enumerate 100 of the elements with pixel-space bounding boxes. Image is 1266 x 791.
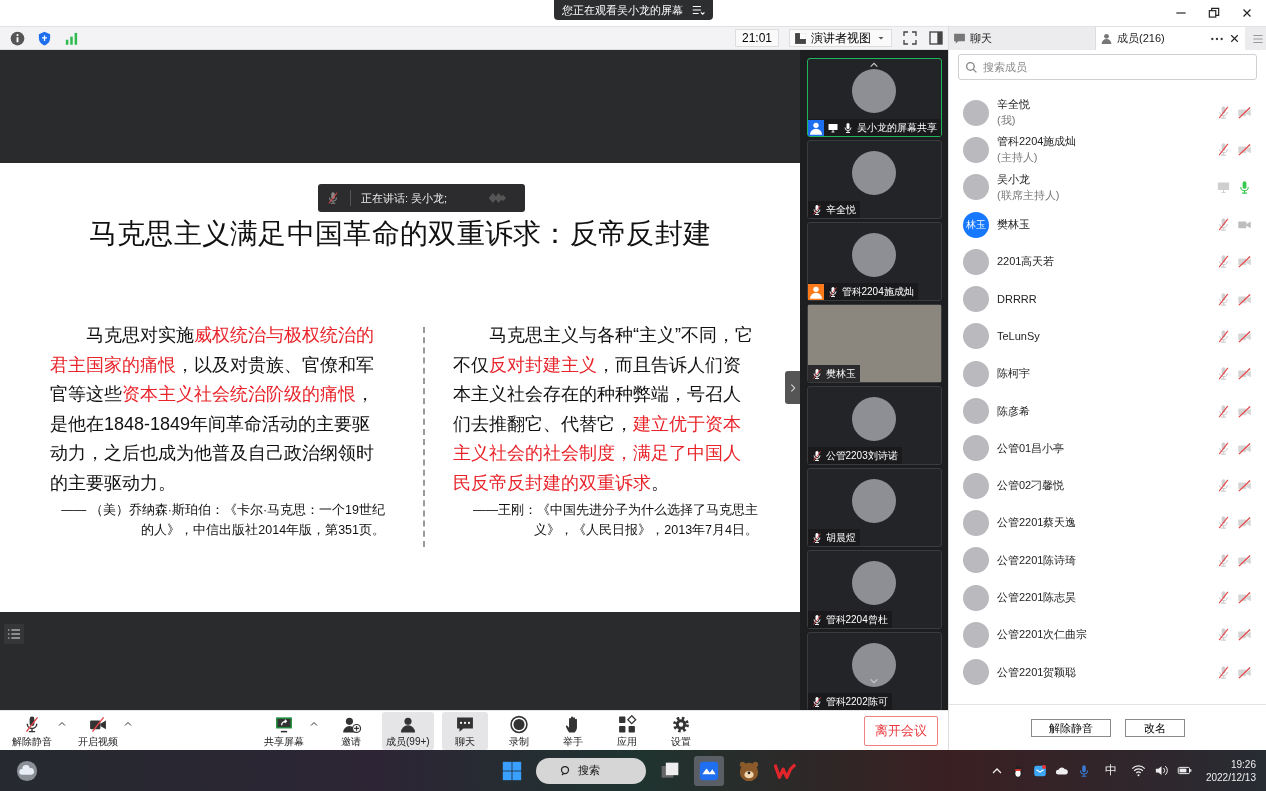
muted-mic-icon xyxy=(326,191,340,205)
member-name: 吴小龙 xyxy=(997,171,1031,187)
member-row[interactable]: 公管2201陈志昊 xyxy=(949,578,1266,617)
slide-paragraph: 马克思主义与各种“主义”不同，它不仅反对封建主义，而且告诉人们资本主义社会存在的种种弊端，号召人们去推翻它、代替它，建立优于资本主义社会的社会制度，满足了中国人民反帝反封建的双重诉求。 xyxy=(453,324,753,495)
side-panel-icon[interactable] xyxy=(928,30,944,46)
avatar xyxy=(963,621,989,648)
wifi-icon[interactable] xyxy=(1130,763,1146,778)
avatar xyxy=(963,136,989,163)
search-icon xyxy=(560,764,572,777)
video-tile[interactable]: 管科2202陈可 xyxy=(806,632,942,710)
avatar xyxy=(963,435,989,462)
member-row[interactable]: 公管02刁馨悦 xyxy=(949,466,1266,505)
panel-button[interactable]: 解除静音 xyxy=(1030,718,1111,737)
taskbar-search[interactable]: 搜索 xyxy=(536,757,646,784)
windows-logo-icon[interactable] xyxy=(502,760,522,781)
restore-icon[interactable] xyxy=(1207,6,1221,20)
toolbar-button[interactable]: 共享屏幕 xyxy=(260,711,308,750)
participant-name: 管科2204曾杜 xyxy=(825,612,888,627)
avatar xyxy=(963,323,989,350)
settings-icon xyxy=(670,714,691,734)
person-icon xyxy=(1100,32,1113,45)
toolbar-button[interactable]: 聊天 xyxy=(441,711,488,750)
mail-app-icon[interactable] xyxy=(1032,763,1047,778)
view-mode-dropdown[interactable]: 演讲者视图 xyxy=(789,29,892,47)
layout-icon xyxy=(794,31,807,45)
video-tile[interactable]: 辛全悦 xyxy=(806,140,942,219)
member-role: (主持人) xyxy=(997,150,1039,166)
apps-icon xyxy=(616,714,637,734)
task-view-icon[interactable] xyxy=(660,760,680,781)
panel-tab[interactable]: 成员(216) xyxy=(1095,27,1245,50)
member-name: 公管02刁馨悦 xyxy=(997,478,1066,494)
clock-time: 19:26 xyxy=(1230,757,1256,771)
speaker-label: 正在讲话: 吴小龙; xyxy=(361,190,449,206)
shield-icon[interactable] xyxy=(37,30,52,46)
member-row[interactable]: 陈彦希 xyxy=(949,392,1266,430)
chat-bubble-icon xyxy=(454,714,475,734)
citation-text: ——王刚：《中国先进分子为什么选择了马克思主义》，《人民日报》，2013年7月4日。 xyxy=(472,502,758,539)
member-row[interactable]: 2201高天若 xyxy=(949,243,1266,281)
participant-name: 管科2202陈可 xyxy=(825,694,888,709)
volume-icon[interactable] xyxy=(1153,763,1169,778)
video-tile[interactable]: 胡晨煜 xyxy=(806,468,942,547)
member-row[interactable]: 公管2201蔡天逸 xyxy=(949,504,1266,542)
info-icon[interactable] xyxy=(10,30,25,46)
close-icon[interactable] xyxy=(1228,32,1241,45)
toolbar-button[interactable]: 录制 xyxy=(495,711,542,750)
member-row[interactable]: 吴小龙 (联席主持人) xyxy=(949,168,1266,206)
fullscreen-icon[interactable] xyxy=(902,30,918,46)
avatar xyxy=(852,151,896,195)
avatar xyxy=(963,659,989,686)
avatar xyxy=(963,360,989,387)
member-row[interactable]: 陈柯宇 xyxy=(949,355,1266,393)
toolbar-button[interactable]: 解除静音 xyxy=(8,711,56,750)
toolbar-button[interactable]: 开启视频 xyxy=(74,711,122,750)
collapse-strip-button[interactable] xyxy=(785,371,800,404)
search-field[interactable]: 搜索成员 xyxy=(958,54,1257,80)
weather-cloud-icon[interactable] xyxy=(16,759,38,782)
meeting-timer: 21:01 xyxy=(734,29,779,47)
member-name: 公管2201贺颖聪 xyxy=(997,664,1078,680)
slide-paragraph: 马克思对实施威权统治与极权统治的君主国家的痛恨，以及对贵族、官僚和军官等这些资本主义社会统治阶级的痛恨，是他在1848-1849年间革命活动的主要驱动力，之后也成为他普及自己政治纲领时的主要驱动力。 xyxy=(50,324,375,495)
screen-share-notice[interactable]: 您正在观看吴小龙的屏幕 xyxy=(553,0,713,20)
avatar xyxy=(852,233,896,277)
camera-off-icon xyxy=(88,714,108,734)
citation-text: —— （美）乔纳森·斯珀伯：《卡尔·马克思：一个19世纪的人》，中信出版社2014年版，第351页。 xyxy=(60,502,385,539)
member-row[interactable]: 辛全悦 (我) xyxy=(949,94,1266,132)
video-tile[interactable]: 吴小龙的屏幕共享 xyxy=(806,58,942,137)
list-icon[interactable] xyxy=(4,624,24,644)
toolbar-button[interactable]: 应用 xyxy=(603,711,650,750)
notice-text: 您正在观看吴小龙的屏幕 xyxy=(561,2,683,18)
avatar xyxy=(963,547,989,574)
member-row[interactable]: 公管2201陈诗琦 xyxy=(949,541,1266,579)
avatar xyxy=(963,584,989,611)
app-icon[interactable] xyxy=(694,755,724,786)
member-name: 2201高天若 xyxy=(997,254,1056,270)
participant-name: 辛全悦 xyxy=(825,202,856,217)
avatar: 林玉 xyxy=(963,211,989,238)
toolbar-button[interactable]: 举手 xyxy=(549,711,596,750)
input-method-indicator[interactable]: 中 xyxy=(1104,762,1117,779)
bear-app-icon[interactable] xyxy=(738,759,760,782)
member-role: (联席主持人) xyxy=(997,187,1061,203)
panel-button[interactable]: 改名 xyxy=(1124,718,1185,737)
toolbar-button[interactable]: 设置 xyxy=(657,711,704,750)
member-row[interactable]: TeLunSy xyxy=(949,317,1266,356)
video-tile[interactable]: 公管2203刘诗诺 xyxy=(806,386,942,465)
member-row[interactable]: 公管2201贺颖聪 xyxy=(949,653,1266,691)
leave-meeting-button[interactable]: 离开会议 xyxy=(864,715,938,746)
member-row[interactable]: 公管2201次仁曲宗 xyxy=(949,616,1266,654)
member-row[interactable]: 公管01昌小亭 xyxy=(949,429,1266,467)
video-tile[interactable]: 管科2204曾杜 xyxy=(806,550,942,629)
video-tile[interactable]: 管科2204施成灿 xyxy=(806,222,942,301)
member-name: 公管2201陈诗琦 xyxy=(997,552,1078,568)
avatar xyxy=(963,398,989,424)
member-row[interactable]: DRRRR xyxy=(949,280,1266,318)
video-tile[interactable]: 樊林玉 xyxy=(806,304,942,383)
toolbar-button[interactable]: 邀请 xyxy=(328,711,374,750)
avatar xyxy=(852,69,896,113)
member-row[interactable]: 管科2204施成灿 (主持人) xyxy=(949,131,1266,169)
toolbar-button[interactable]: 成员(99+) xyxy=(382,711,434,750)
member-name: DRRRR xyxy=(997,293,1038,306)
member-name: 公管2201陈志昊 xyxy=(997,590,1078,605)
member-row[interactable]: 林玉 樊林玉 xyxy=(949,205,1266,244)
